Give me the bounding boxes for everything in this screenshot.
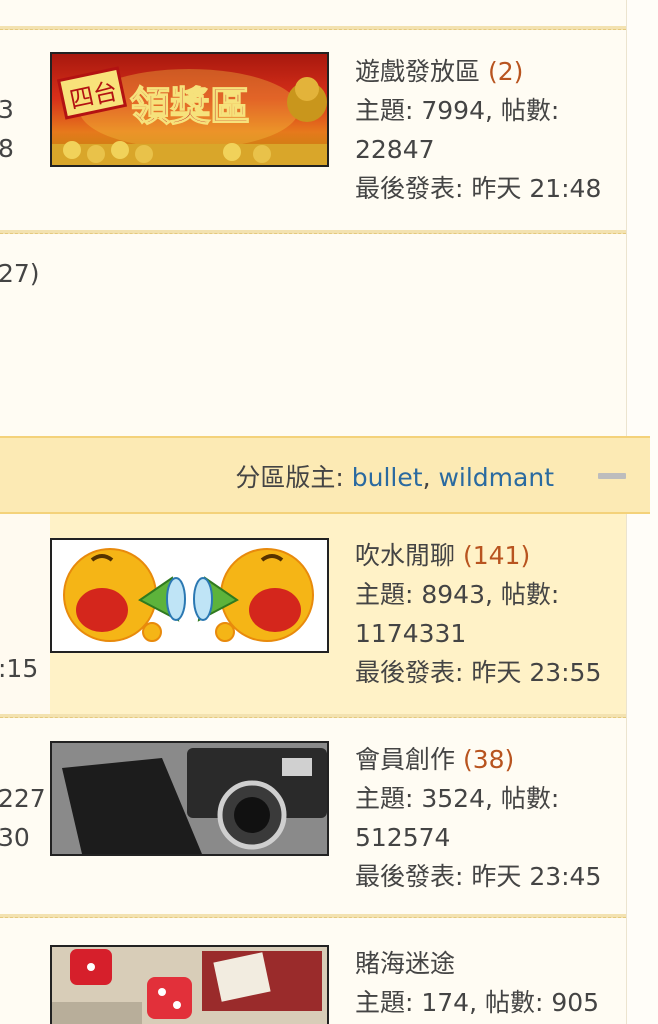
collapse-minus-icon[interactable]: [598, 473, 626, 479]
forum-icon-image[interactable]: [50, 741, 329, 856]
forum-info: 遊戲發放區 (2) 主題: 7994, 帖數: 22847 最後發表: 昨天 2…: [355, 52, 601, 208]
forum-title-link[interactable]: 遊戲發放區: [355, 57, 480, 86]
forum-icon-image[interactable]: [50, 538, 329, 653]
left-fragment: 30: [0, 823, 30, 852]
forum-info: 會員創作 (38) 主題: 3524, 帖數: 512574 最後發表: 昨天 …: [355, 740, 601, 896]
forum-row-game-giveaway[interactable]: 3 8 四台 領獎區 遊戲發放區 (2) 主題: 7994, 帖數: 22847…: [0, 30, 626, 230]
forum-title-link[interactable]: 會員創作: [355, 745, 455, 774]
forum-post-total: 1174331: [355, 619, 467, 648]
award-banner-icon: 四台 領獎區: [52, 66, 327, 165]
section-header: 分區版主: bullet, wildmant: [0, 436, 650, 514]
svg-text:領獎區: 領獎區: [130, 83, 250, 130]
left-fragment: 3: [0, 95, 14, 124]
dice-cards-icon: [52, 947, 327, 1024]
forum-post-total: 22847: [355, 135, 435, 164]
forum-row-chat[interactable]: :15 吹水閒聊 (141) 主題: 8943, 帖數: 1174331 最後發…: [0, 514, 626, 714]
moderator-link-bullet[interactable]: bullet: [352, 463, 423, 492]
forum-info: 吹水閒聊 (141) 主題: 8943, 帖數: 1174331 最後發表: 昨…: [355, 536, 601, 692]
last-post-link[interactable]: 最後發表: 昨天 21:48: [355, 169, 601, 208]
shouting-smiley-icon: [63, 548, 314, 642]
new-post-count: (38): [462, 745, 515, 774]
last-post-link[interactable]: 最後發表: 昨天 23:55: [355, 653, 601, 692]
forum-title-link[interactable]: 吹水閒聊: [355, 541, 455, 570]
section-moderators: 分區版主: bullet, wildmant: [235, 458, 554, 494]
row-separator: [0, 230, 626, 234]
forum-info: 賭海迷途 主題: 174, 帖數: 905: [355, 944, 599, 1022]
new-post-count: (2): [487, 57, 524, 86]
forum-title-link[interactable]: 賭海迷途: [355, 949, 455, 978]
forum-icon-image[interactable]: 四台 領獎區: [50, 52, 329, 167]
forum-row-gambling[interactable]: 賭海迷途 主題: 174, 帖數: 905: [0, 918, 626, 1024]
camera-photo-icon: [52, 743, 327, 854]
left-fragment-count: 27): [0, 259, 40, 288]
forum-row-member-creations[interactable]: 227 30 會員創作 (38) 主題: 3524, 帖數: 512574 最後…: [0, 718, 626, 914]
left-fragment: 8: [0, 134, 14, 163]
moderators-label: 分區版主:: [235, 463, 352, 492]
forum-stats: 主題: 174, 帖數: 905: [355, 988, 600, 1017]
forum-post-total: 512574: [355, 823, 451, 852]
last-post-link[interactable]: 最後發表: 昨天 23:45: [355, 857, 601, 896]
forum-stats: 主題: 7994, 帖數:: [355, 96, 560, 125]
left-fragment: :15: [0, 654, 39, 683]
forum-icon-image[interactable]: [50, 945, 329, 1024]
new-post-count: (141): [462, 541, 531, 570]
left-fragment: 227: [0, 784, 46, 813]
moderators-separator: ,: [422, 463, 439, 492]
forum-stats: 主題: 8943, 帖數:: [355, 580, 560, 609]
forum-stats: 主題: 3524, 帖數:: [355, 784, 560, 813]
moderator-link-wildmant[interactable]: wildmant: [438, 463, 554, 492]
